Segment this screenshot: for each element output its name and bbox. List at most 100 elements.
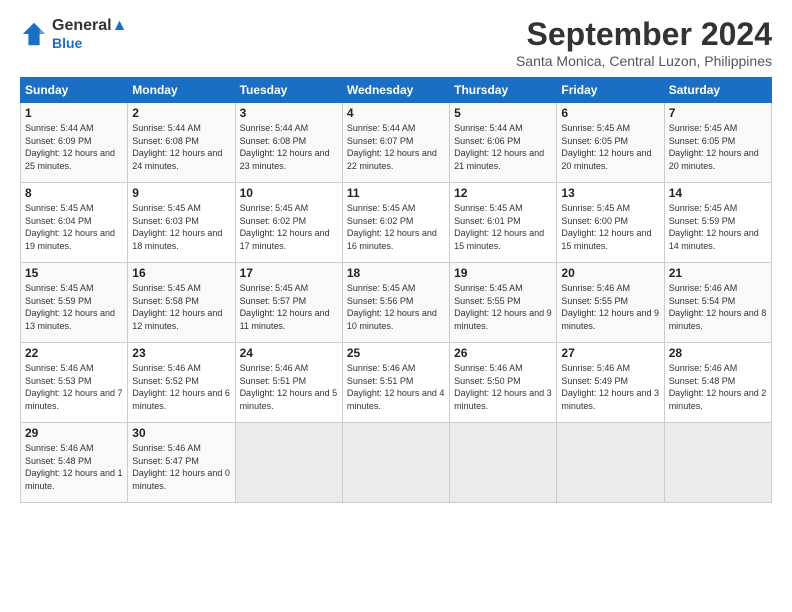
month-title: September 2024 [516, 16, 772, 53]
logo: General▲ Blue [20, 16, 127, 52]
weekday-header: Thursday [450, 78, 557, 103]
calendar-cell: 25 Sunrise: 5:46 AMSunset: 5:51 PMDayligh… [342, 343, 449, 423]
calendar-cell: 22 Sunrise: 5:46 AMSunset: 5:53 PMDayligh… [21, 343, 128, 423]
calendar-table: SundayMondayTuesdayWednesdayThursdayFrid… [20, 77, 772, 503]
day-info: Sunrise: 5:46 AMSunset: 5:55 PMDaylight:… [561, 283, 659, 331]
day-info: Sunrise: 5:46 AMSunset: 5:54 PMDaylight:… [669, 283, 767, 331]
day-info: Sunrise: 5:44 AMSunset: 6:09 PMDaylight:… [25, 123, 115, 171]
day-info: Sunrise: 5:46 AMSunset: 5:52 PMDaylight:… [132, 363, 230, 411]
day-info: Sunrise: 5:44 AMSunset: 6:08 PMDaylight:… [240, 123, 330, 171]
page: General▲ Blue September 2024 Santa Monic… [0, 0, 792, 612]
day-info: Sunrise: 5:46 AMSunset: 5:48 PMDaylight:… [669, 363, 767, 411]
day-number: 29 [25, 426, 123, 440]
day-info: Sunrise: 5:46 AMSunset: 5:49 PMDaylight:… [561, 363, 659, 411]
calendar-cell: 26 Sunrise: 5:46 AMSunset: 5:50 PMDayligh… [450, 343, 557, 423]
day-number: 24 [240, 346, 338, 360]
day-number: 12 [454, 186, 552, 200]
calendar-cell: 20 Sunrise: 5:46 AMSunset: 5:55 PMDayligh… [557, 263, 664, 343]
day-number: 25 [347, 346, 445, 360]
day-number: 20 [561, 266, 659, 280]
weekday-header-row: SundayMondayTuesdayWednesdayThursdayFrid… [21, 78, 772, 103]
day-info: Sunrise: 5:45 AMSunset: 6:05 PMDaylight:… [669, 123, 759, 171]
day-number: 7 [669, 106, 767, 120]
calendar-cell: 17 Sunrise: 5:45 AMSunset: 5:57 PMDayligh… [235, 263, 342, 343]
day-info: Sunrise: 5:45 AMSunset: 5:59 PMDaylight:… [669, 203, 759, 251]
day-number: 28 [669, 346, 767, 360]
calendar-cell: 13 Sunrise: 5:45 AMSunset: 6:00 PMDayligh… [557, 183, 664, 263]
calendar-week-row: 22 Sunrise: 5:46 AMSunset: 5:53 PMDayligh… [21, 343, 772, 423]
day-info: Sunrise: 5:45 AMSunset: 5:57 PMDaylight:… [240, 283, 330, 331]
calendar-cell: 1 Sunrise: 5:44 AMSunset: 6:09 PMDaylight… [21, 103, 128, 183]
logo-text: General▲ Blue [52, 16, 127, 52]
calendar-cell: 16 Sunrise: 5:45 AMSunset: 5:58 PMDayligh… [128, 263, 235, 343]
day-info: Sunrise: 5:45 AMSunset: 5:56 PMDaylight:… [347, 283, 437, 331]
day-number: 3 [240, 106, 338, 120]
calendar-cell: 6 Sunrise: 5:45 AMSunset: 6:05 PMDaylight… [557, 103, 664, 183]
calendar-cell: 12Sunrise: 5:45 AMSunset: 6:01 PMDayligh… [450, 183, 557, 263]
day-number: 27 [561, 346, 659, 360]
calendar-cell: 19 Sunrise: 5:45 AMSunset: 5:55 PMDayligh… [450, 263, 557, 343]
calendar-cell: 10 Sunrise: 5:45 AMSunset: 6:02 PMDayligh… [235, 183, 342, 263]
day-number: 4 [347, 106, 445, 120]
calendar-cell: 27 Sunrise: 5:46 AMSunset: 5:49 PMDayligh… [557, 343, 664, 423]
calendar-week-row: 8Sunrise: 5:45 AMSunset: 6:04 PMDaylight… [21, 183, 772, 263]
day-number: 11 [347, 186, 445, 200]
calendar-cell: 18 Sunrise: 5:45 AMSunset: 5:56 PMDayligh… [342, 263, 449, 343]
weekday-header: Saturday [664, 78, 771, 103]
day-info: Sunrise: 5:46 AMSunset: 5:47 PMDaylight:… [132, 443, 230, 491]
day-number: 19 [454, 266, 552, 280]
calendar-cell [342, 423, 449, 503]
day-info: Sunrise: 5:46 AMSunset: 5:48 PMDaylight:… [25, 443, 123, 491]
calendar-cell: 23 Sunrise: 5:46 AMSunset: 5:52 PMDayligh… [128, 343, 235, 423]
calendar-cell: 24Sunrise: 5:46 AMSunset: 5:51 PMDayligh… [235, 343, 342, 423]
calendar-week-row: 29 Sunrise: 5:46 AMSunset: 5:48 PMDayligh… [21, 423, 772, 503]
day-number: 1 [25, 106, 123, 120]
day-number: 13 [561, 186, 659, 200]
day-number: 23 [132, 346, 230, 360]
day-number: 16 [132, 266, 230, 280]
day-info: Sunrise: 5:45 AMSunset: 5:55 PMDaylight:… [454, 283, 552, 331]
day-info: Sunrise: 5:46 AMSunset: 5:53 PMDaylight:… [25, 363, 123, 411]
logo-icon [20, 20, 48, 48]
day-info: Sunrise: 5:45 AMSunset: 6:00 PMDaylight:… [561, 203, 651, 251]
weekday-header: Tuesday [235, 78, 342, 103]
day-info: Sunrise: 5:45 AMSunset: 6:02 PMDaylight:… [240, 203, 330, 251]
calendar-cell: 21Sunrise: 5:46 AMSunset: 5:54 PMDayligh… [664, 263, 771, 343]
day-info: Sunrise: 5:45 AMSunset: 5:58 PMDaylight:… [132, 283, 222, 331]
day-number: 22 [25, 346, 123, 360]
day-number: 26 [454, 346, 552, 360]
day-info: Sunrise: 5:45 AMSunset: 6:05 PMDaylight:… [561, 123, 651, 171]
calendar-cell: 7 Sunrise: 5:45 AMSunset: 6:05 PMDaylight… [664, 103, 771, 183]
weekday-header: Monday [128, 78, 235, 103]
calendar-cell: 29 Sunrise: 5:46 AMSunset: 5:48 PMDayligh… [21, 423, 128, 503]
day-number: 30 [132, 426, 230, 440]
subtitle: Santa Monica, Central Luzon, Philippines [516, 53, 772, 69]
calendar-cell [557, 423, 664, 503]
day-info: Sunrise: 5:45 AMSunset: 6:02 PMDaylight:… [347, 203, 437, 251]
day-number: 10 [240, 186, 338, 200]
calendar-cell: 30 Sunrise: 5:46 AMSunset: 5:47 PMDayligh… [128, 423, 235, 503]
day-number: 5 [454, 106, 552, 120]
calendar-cell: 5Sunrise: 5:44 AMSunset: 6:06 PMDaylight… [450, 103, 557, 183]
weekday-header: Wednesday [342, 78, 449, 103]
title-area: September 2024 Santa Monica, Central Luz… [516, 16, 772, 69]
calendar-cell [450, 423, 557, 503]
calendar-cell: 15 Sunrise: 5:45 AMSunset: 5:59 PMDayligh… [21, 263, 128, 343]
day-number: 17 [240, 266, 338, 280]
day-number: 6 [561, 106, 659, 120]
calendar-cell: 8Sunrise: 5:45 AMSunset: 6:04 PMDaylight… [21, 183, 128, 263]
day-number: 15 [25, 266, 123, 280]
day-number: 9 [132, 186, 230, 200]
header: General▲ Blue September 2024 Santa Monic… [20, 16, 772, 69]
day-info: Sunrise: 5:46 AMSunset: 5:51 PMDaylight:… [347, 363, 445, 411]
calendar-cell: 3 Sunrise: 5:44 AMSunset: 6:08 PMDaylight… [235, 103, 342, 183]
day-info: Sunrise: 5:45 AMSunset: 5:59 PMDaylight:… [25, 283, 115, 331]
day-info: Sunrise: 5:44 AMSunset: 6:07 PMDaylight:… [347, 123, 437, 171]
day-info: Sunrise: 5:45 AMSunset: 6:03 PMDaylight:… [132, 203, 222, 251]
calendar-week-row: 15 Sunrise: 5:45 AMSunset: 5:59 PMDayligh… [21, 263, 772, 343]
calendar-week-row: 1 Sunrise: 5:44 AMSunset: 6:09 PMDaylight… [21, 103, 772, 183]
day-number: 14 [669, 186, 767, 200]
day-info: Sunrise: 5:45 AMSunset: 6:04 PMDaylight:… [25, 203, 115, 251]
day-number: 18 [347, 266, 445, 280]
day-info: Sunrise: 5:46 AMSunset: 5:50 PMDaylight:… [454, 363, 552, 411]
